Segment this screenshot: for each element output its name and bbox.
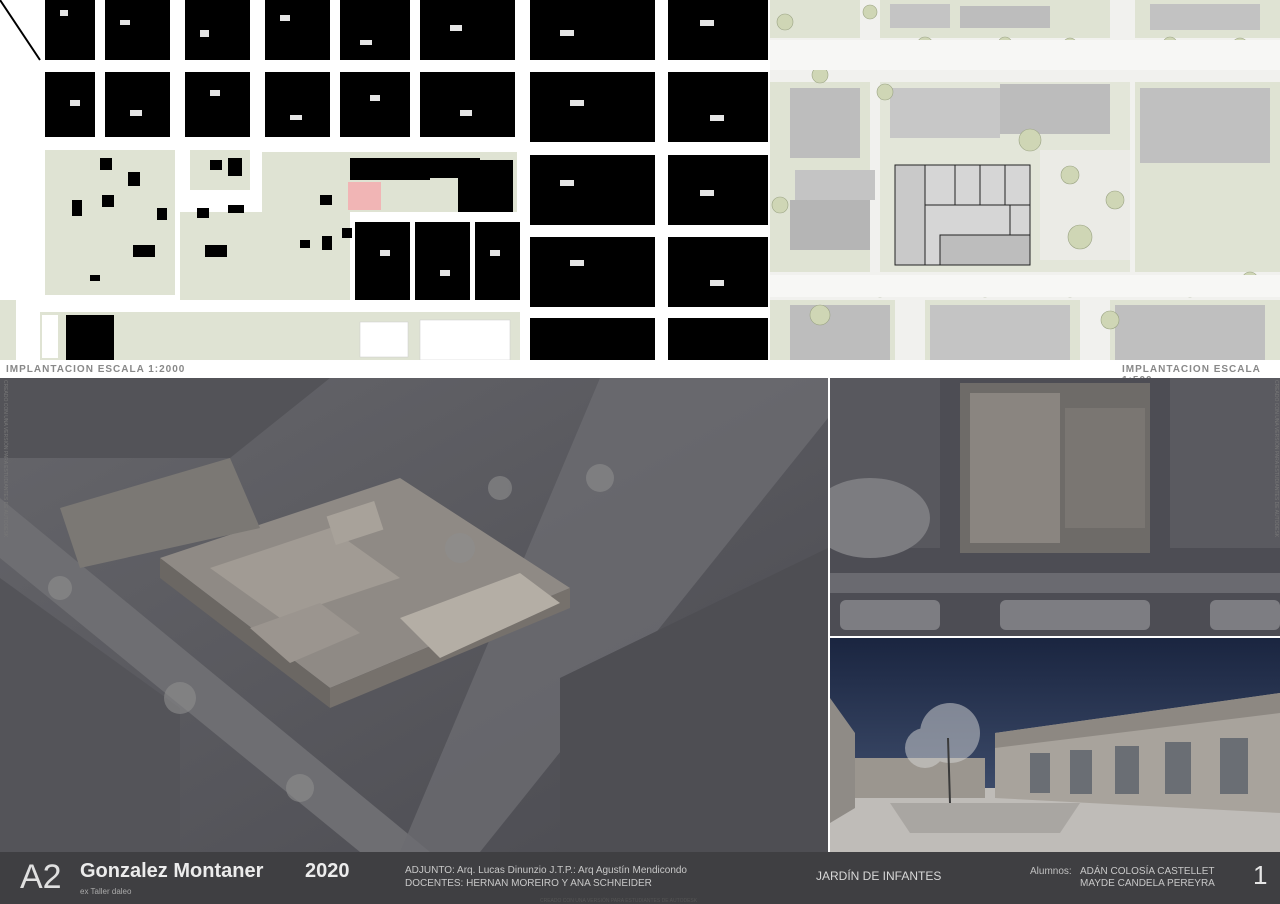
docentes-line: DOCENTES: HERNAN MOREIRO Y ANA SCHNEIDER	[405, 878, 652, 889]
overhead-render	[830, 378, 1280, 636]
site-plan-1-500: IMPLANTACION ESCALA 1:500	[770, 0, 1280, 360]
alumnos-label: Alumnos:	[1030, 866, 1072, 877]
watermark-right: CREADO CON UNA VERSIÓN PARA ESTUDIANTES …	[1273, 380, 1279, 538]
student-1: ADÁN COLOSÍA CASTELLET	[1080, 866, 1215, 877]
site-plan-1-2000: IMPLANTACION ESCALA 1:2000	[0, 0, 770, 360]
plan-left-label-strip: IMPLANTACION ESCALA 1:2000	[6, 364, 186, 375]
subtitle: ex Taller daleo	[80, 887, 132, 896]
watermark-left: CREADO CON UNA VERSIÓN PARA ESTUDIANTES …	[2, 380, 8, 538]
project-site-highlight	[348, 182, 381, 210]
site-plan-drawing	[770, 0, 1280, 360]
student-2: MAYDE CANDELA PEREYRA	[1080, 878, 1215, 889]
courtyard-render-image	[830, 638, 1280, 852]
adjunto-line: ADJUNTO: Arq. Lucas Dinunzio J.T.P.: Arq…	[405, 865, 687, 876]
overhead-render-image	[830, 378, 1280, 636]
sheet-code: A2	[20, 858, 62, 896]
watermark-bottom: CREADO CON UNA VERSIÓN PARA ESTUDIANTES …	[540, 898, 698, 904]
courtyard-render	[830, 638, 1280, 852]
label-strip	[0, 360, 1280, 378]
aerial-render	[0, 378, 828, 852]
title-block: A2 Gonzalez Montaner 2020 ex Taller dale…	[0, 852, 1280, 904]
year: 2020	[305, 860, 350, 882]
figure-ground-map	[0, 0, 768, 360]
page-number: 1	[1253, 860, 1268, 890]
project-building	[894, 164, 1031, 266]
project-title: JARDÍN DE INFANTES	[816, 869, 942, 883]
author-name: Gonzalez Montaner	[80, 860, 264, 882]
aerial-render-image	[0, 378, 828, 852]
